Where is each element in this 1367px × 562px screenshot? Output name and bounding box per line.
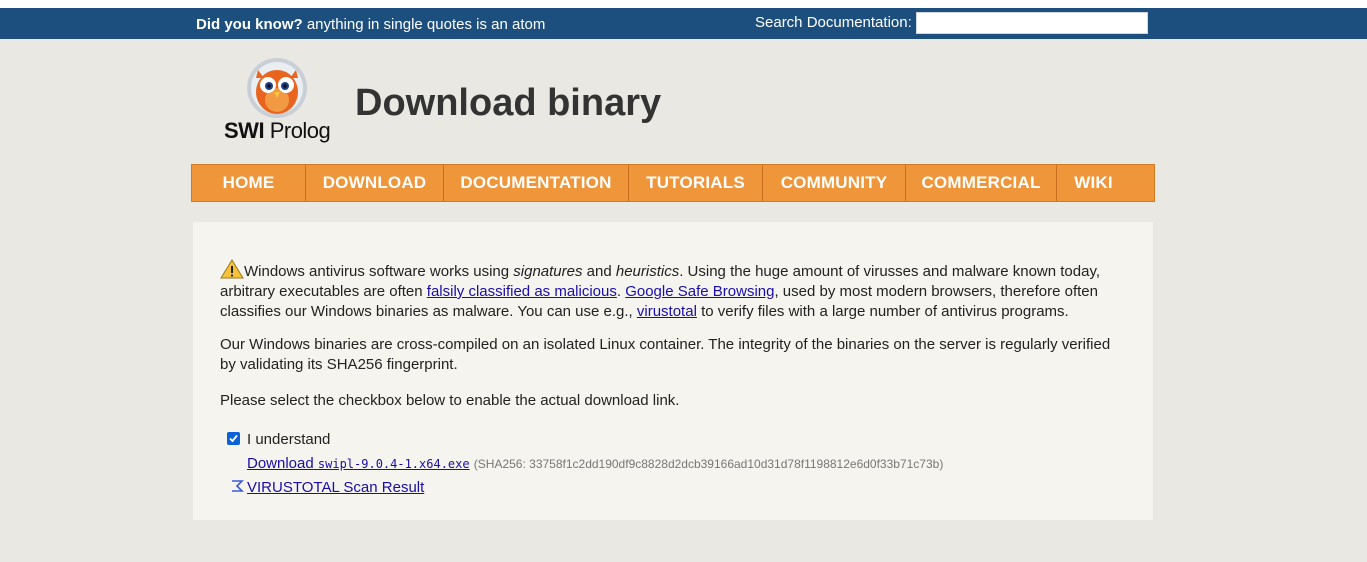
p1-text-a: Windows antivirus software works using bbox=[244, 263, 514, 280]
virustotal-link[interactable]: virustotal bbox=[637, 303, 697, 320]
search-label: Search Documentation: bbox=[755, 14, 912, 31]
download-row: Download swipl-9.0.4-1.x64.exe (SHA256: … bbox=[247, 454, 943, 474]
download-link-label: Download bbox=[247, 455, 314, 472]
download-notice: Windows antivirus software works using s… bbox=[193, 222, 1153, 520]
understand-checkbox[interactable] bbox=[227, 432, 240, 445]
did-you-know-label: Did you know? bbox=[196, 16, 303, 33]
google-safe-browsing-link[interactable]: Google Safe Browsing bbox=[625, 283, 774, 300]
logo-text[interactable]: SWI Prolog bbox=[224, 118, 331, 144]
p1-heuristics: heuristics bbox=[615, 263, 680, 280]
did-you-know-text[interactable]: anything in single quotes is an atom bbox=[303, 16, 546, 33]
select-checkbox-paragraph: Please select the checkbox below to enab… bbox=[220, 392, 680, 409]
p1-signatures: signatures bbox=[513, 263, 583, 280]
nav-wiki[interactable]: WIKI bbox=[1057, 165, 1130, 201]
p1-text-b: and bbox=[582, 263, 616, 280]
top-bar: Did you know? anything in single quotes … bbox=[0, 8, 1367, 39]
understand-label[interactable]: I understand bbox=[247, 430, 330, 450]
main-nav: HOME DOWNLOAD DOCUMENTATION TUTORIALS CO… bbox=[191, 164, 1155, 202]
download-filename: swipl-9.0.4-1.x64.exe bbox=[317, 457, 470, 471]
top-strip bbox=[0, 0, 1367, 8]
page-title: Download binary bbox=[355, 82, 662, 124]
nav-tutorials[interactable]: TUTORIALS bbox=[629, 165, 763, 201]
logo-prolog: Prolog bbox=[269, 118, 331, 143]
nav-download[interactable]: DOWNLOAD bbox=[306, 165, 444, 201]
antivirus-paragraph: Windows antivirus software works using s… bbox=[220, 259, 1125, 322]
checkmark-icon bbox=[229, 434, 238, 443]
cross-compile-paragraph: Our Windows binaries are cross-compiled … bbox=[220, 336, 1111, 373]
p1-text-d: . bbox=[616, 283, 626, 300]
search-input[interactable] bbox=[916, 12, 1148, 34]
virustotal-row: VIRUSTOTAL Scan Result bbox=[230, 478, 424, 498]
p1-text-f: to verify files with a large number of a… bbox=[696, 303, 1069, 320]
download-link[interactable]: Download swipl-9.0.4-1.x64.exe bbox=[247, 455, 470, 472]
sha256-fingerprint: (SHA256: 33758f1c2dd190df9c8828d2dcb3916… bbox=[473, 457, 944, 471]
nav-commercial[interactable]: COMMERCIAL bbox=[906, 165, 1057, 201]
warning-icon bbox=[220, 259, 244, 279]
did-you-know: Did you know? anything in single quotes … bbox=[196, 16, 545, 33]
nav-documentation[interactable]: DOCUMENTATION bbox=[444, 165, 629, 201]
nav-community[interactable]: COMMUNITY bbox=[763, 165, 906, 201]
logo-swi: SWI bbox=[224, 118, 265, 143]
nav-home[interactable]: HOME bbox=[192, 165, 306, 201]
virustotal-scan-result-link[interactable]: VIRUSTOTAL Scan Result bbox=[247, 479, 424, 496]
virustotal-icon bbox=[232, 480, 244, 492]
falsely-classified-link[interactable]: falsily classified as malicious bbox=[427, 283, 617, 300]
